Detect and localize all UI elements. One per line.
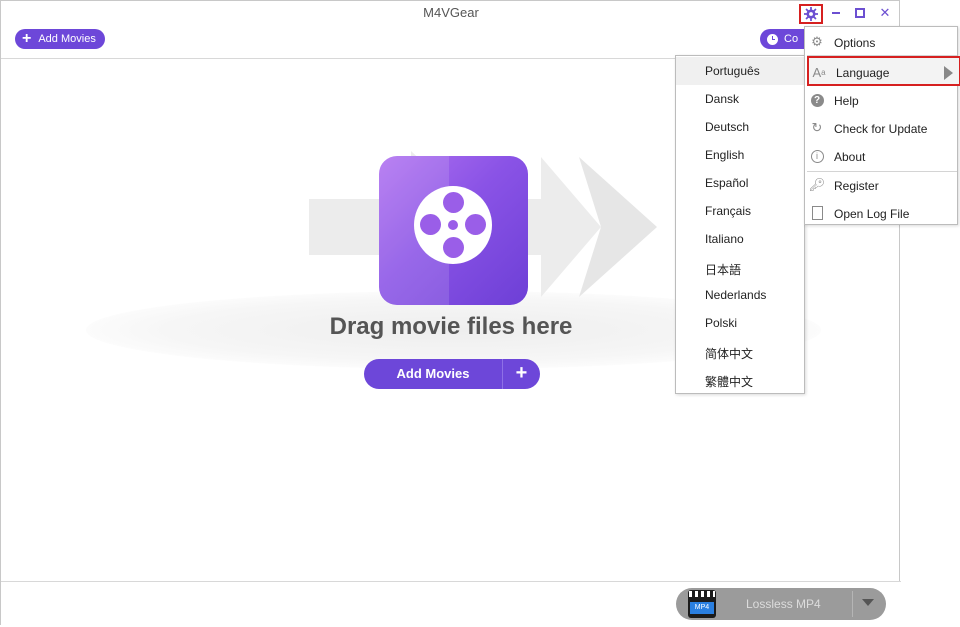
refresh-icon: ↻	[811, 120, 823, 135]
language-option[interactable]: Dansk	[676, 85, 804, 113]
menu-item-help[interactable]: ? Help	[805, 86, 957, 114]
add-movies-button[interactable]: Add Movies +	[364, 359, 540, 389]
chevron-right-icon	[944, 66, 953, 80]
convert-label: Co	[784, 33, 799, 45]
output-format-label: Lossless MP4	[746, 597, 821, 611]
movie-reel-icon	[379, 156, 528, 305]
add-movies-toolbar-label: Add Movies	[38, 33, 96, 45]
maximize-button[interactable]	[851, 5, 869, 21]
language-option[interactable]: Polski	[676, 309, 804, 337]
menu-item-check-update[interactable]: ↻ Check for Update	[805, 114, 957, 142]
language-option[interactable]: Français	[676, 197, 804, 225]
info-icon: i	[809, 148, 825, 164]
language-option[interactable]: Nederlands	[676, 281, 804, 309]
document-icon	[809, 205, 825, 221]
title-bar: M4VGear ✕	[1, 1, 901, 25]
window-title: M4VGear	[423, 5, 479, 20]
add-movies-label: Add Movies	[396, 366, 470, 381]
menu-item-about[interactable]: i About	[805, 142, 957, 170]
plus-icon: +	[22, 30, 32, 47]
close-icon: ✕	[879, 5, 891, 20]
add-movies-toolbar-button[interactable]: + Add Movies	[15, 29, 105, 49]
language-option[interactable]: Italiano	[676, 225, 804, 253]
settings-gear-button[interactable]	[799, 4, 823, 24]
output-format-selector[interactable]: MP4 Lossless MP4	[676, 588, 886, 620]
clock-icon	[767, 33, 778, 45]
language-option[interactable]: 日本語	[676, 254, 804, 282]
chevron-down-icon[interactable]	[862, 599, 874, 606]
font-icon: Aa	[812, 64, 826, 80]
settings-menu: ⚙ Options Aa Language ? Help ↻ Check for…	[804, 26, 960, 227]
menu-item-language[interactable]: Aa Language	[807, 56, 960, 86]
language-option[interactable]: 简体中文	[676, 338, 804, 366]
language-option[interactable]: English	[676, 141, 804, 169]
plus-icon: +	[515, 362, 528, 384]
help-icon: ?	[809, 92, 825, 108]
language-option[interactable]: Español	[676, 169, 804, 197]
language-option[interactable]: 繁體中文	[676, 366, 804, 394]
menu-item-options[interactable]: ⚙ Options	[805, 28, 957, 56]
mp4-clapboard-icon: MP4	[688, 590, 716, 618]
gear-icon: ⚙	[811, 34, 823, 49]
menu-item-open-log[interactable]: Open Log File	[805, 199, 957, 227]
key-icon: 🔑︎	[808, 177, 826, 192]
format-divider	[852, 591, 853, 617]
gear-icon	[804, 7, 818, 21]
close-button[interactable]: ✕	[876, 5, 894, 21]
language-option[interactable]: Deutsch	[676, 113, 804, 141]
language-option[interactable]: Português	[676, 57, 804, 85]
menu-item-register[interactable]: 🔑︎ Register	[805, 171, 957, 199]
minimize-button[interactable]	[827, 5, 845, 21]
language-submenu: Português Dansk Deutsch English Español …	[675, 55, 805, 394]
maximize-icon	[855, 8, 865, 18]
minimize-icon	[832, 12, 840, 14]
